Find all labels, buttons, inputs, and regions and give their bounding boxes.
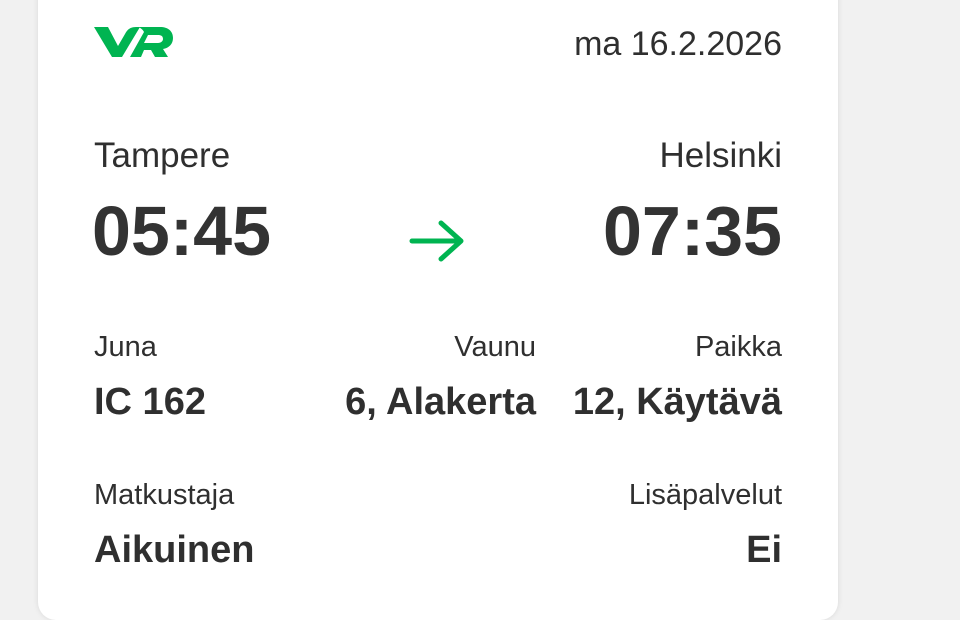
passenger-label: Matkustaja — [94, 479, 235, 511]
car-label: Vaunu — [454, 331, 536, 363]
destination-station: Helsinki — [659, 136, 782, 175]
vr-logo-icon — [94, 27, 173, 57]
extras-value: Ei — [746, 529, 782, 571]
car-value: 6, Alakerta — [345, 381, 536, 423]
departure-time: 05:45 — [92, 192, 272, 270]
train-value: IC 162 — [94, 381, 206, 423]
travel-date: ma 16.2.2026 — [574, 25, 782, 63]
ticket-card: ma 16.2.2026 Tampere Helsinki 05:45 07:3… — [38, 0, 838, 620]
passenger-value: Aikuinen — [94, 529, 255, 571]
origin-station: Tampere — [94, 136, 231, 175]
seat-label: Paikka — [694, 331, 782, 363]
arrival-time: 07:35 — [602, 192, 782, 270]
arrow-right-icon — [409, 220, 464, 262]
train-label: Juna — [94, 331, 157, 363]
extras-label: Lisäpalvelut — [628, 479, 782, 511]
seat-value: 12, Käytävä — [572, 381, 782, 423]
